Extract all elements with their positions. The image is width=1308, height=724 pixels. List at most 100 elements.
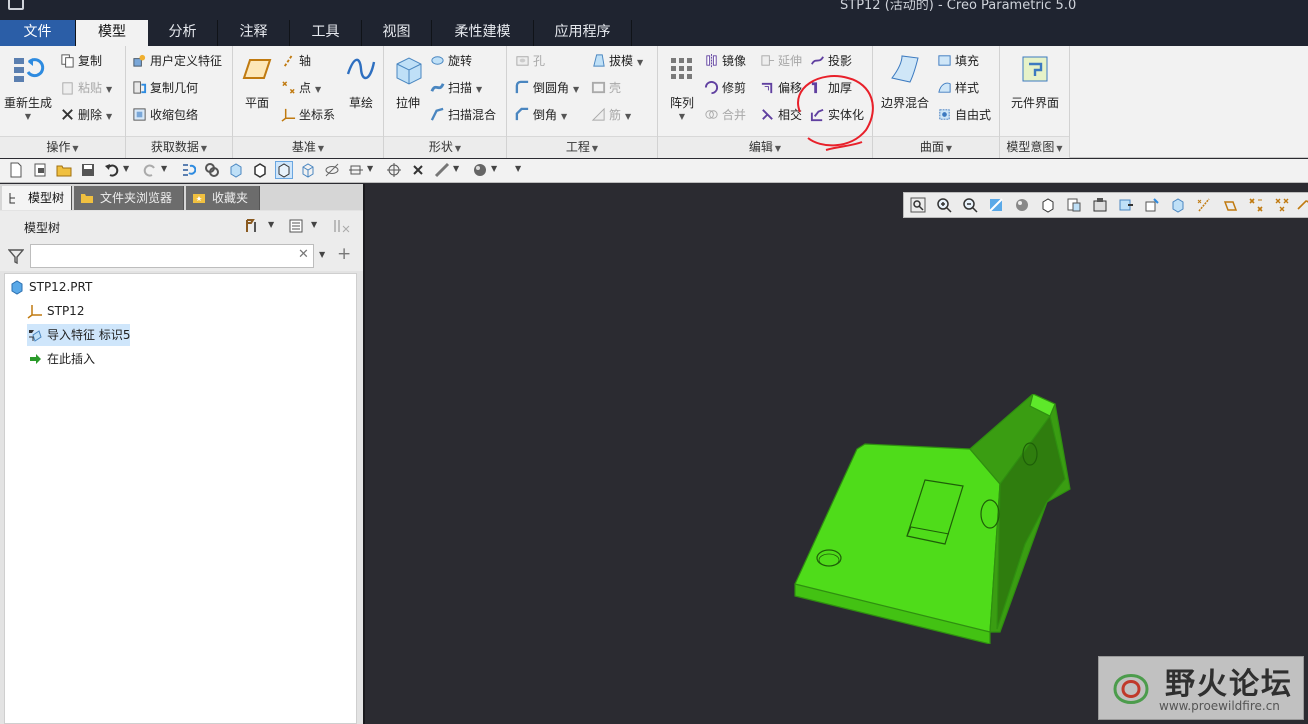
appearance-dropdown-icon[interactable]: ▼: [491, 164, 497, 173]
shading-icon[interactable]: [228, 162, 244, 178]
more-options-icon[interactable]: [1296, 197, 1308, 213]
new-file-icon[interactable]: [8, 162, 24, 178]
tree-settings-dropdown-icon[interactable]: ▼: [268, 220, 274, 229]
customize-toolbar-icon[interactable]: ▼: [515, 164, 521, 173]
shell-button[interactable]: 壳: [591, 77, 621, 99]
tab-model[interactable]: 模型: [76, 20, 148, 46]
paste-button[interactable]: 粘贴 ▼: [60, 77, 112, 99]
style-button[interactable]: 样式: [937, 77, 979, 99]
group-model-intent-footer[interactable]: 模型意图 ▼: [1000, 136, 1069, 158]
tab-file[interactable]: 文件: [0, 20, 76, 46]
saved-orientations-icon[interactable]: [1040, 197, 1056, 213]
round-dropdown-icon[interactable]: ▼: [573, 85, 579, 94]
perspective-view-icon[interactable]: [1092, 197, 1108, 213]
spin-center-view-icon[interactable]: [1170, 197, 1186, 213]
copy-geometry-button[interactable]: 复制几何: [132, 77, 198, 99]
windows-icon[interactable]: [204, 162, 220, 178]
regenerate-quick-icon[interactable]: [180, 162, 196, 178]
filter-icon[interactable]: [8, 248, 24, 264]
tree-columns-icon[interactable]: [333, 218, 351, 234]
mirror-button[interactable]: 镜像: [704, 50, 746, 72]
solidify-button[interactable]: 实体化: [810, 104, 864, 126]
group-shapes-footer[interactable]: 形状 ▼: [384, 136, 506, 158]
open-recent-icon[interactable]: [32, 162, 48, 178]
repaint-icon[interactable]: [988, 197, 1004, 213]
draft-dropdown-icon[interactable]: ▼: [637, 58, 643, 67]
tab-analysis[interactable]: 分析: [148, 20, 218, 46]
close-window-icon[interactable]: [410, 162, 426, 178]
measure-dropdown-icon[interactable]: ▼: [453, 164, 459, 173]
refit-icon[interactable]: [910, 197, 926, 213]
point-button[interactable]: 点 ▼: [281, 77, 321, 99]
datum-display-dropdown-icon[interactable]: ▼: [367, 164, 373, 173]
redo-icon[interactable]: [142, 162, 158, 178]
hidden-line-icon[interactable]: [275, 161, 293, 179]
display-style-icon[interactable]: [1014, 197, 1030, 213]
draft-button[interactable]: 拔模 ▼: [591, 50, 643, 72]
tree-node-part[interactable]: STP12.PRT: [9, 276, 92, 298]
spin-center-icon[interactable]: [386, 162, 402, 178]
datum-display-icon[interactable]: [348, 162, 364, 178]
merge-button[interactable]: 合并: [704, 104, 746, 126]
tab-applications[interactable]: 应用程序: [534, 20, 632, 46]
swept-blend-button[interactable]: 扫描混合: [430, 104, 496, 126]
zoom-out-icon[interactable]: [962, 197, 978, 213]
paste-dropdown-icon[interactable]: ▼: [106, 85, 112, 94]
measure-icon[interactable]: [434, 162, 450, 178]
regenerate-dropdown-icon[interactable]: ▼: [2, 112, 54, 121]
datum-planes-display-icon[interactable]: [1196, 197, 1212, 213]
freestyle-button[interactable]: 自由式: [937, 104, 991, 126]
group-datum-footer[interactable]: 基准 ▼: [233, 136, 383, 158]
tab-view[interactable]: 视图: [362, 20, 432, 46]
group-engineering-footer[interactable]: 工程 ▼: [507, 136, 657, 158]
group-operations-footer[interactable]: 操作 ▼: [0, 136, 125, 158]
extend-button[interactable]: 延伸: [760, 50, 802, 72]
tree-settings-icon[interactable]: [244, 218, 260, 234]
csys-button[interactable]: 坐标系: [281, 104, 335, 126]
zoom-in-icon[interactable]: [936, 197, 952, 213]
fill-button[interactable]: 填充: [937, 50, 979, 72]
model-tree-search-input[interactable]: [30, 244, 314, 268]
search-dropdown-icon[interactable]: ▼: [319, 250, 325, 259]
tree-node-csys[interactable]: STP12: [27, 300, 84, 322]
nav-tab-folder-browser[interactable]: 文件夹浏览器: [74, 186, 184, 210]
view-manager-icon[interactable]: [1066, 197, 1082, 213]
open-folder-icon[interactable]: [56, 162, 72, 178]
copy-button[interactable]: 复制: [60, 50, 102, 72]
group-surfaces-footer[interactable]: 曲面 ▼: [873, 136, 999, 158]
group-editing-footer[interactable]: 编辑 ▼: [658, 136, 872, 158]
appearance-icon[interactable]: [472, 162, 488, 178]
delete-dropdown-icon[interactable]: ▼: [106, 112, 112, 121]
nav-tab-favorites[interactable]: 收藏夹: [186, 186, 260, 210]
udf-button[interactable]: 用户定义特征: [132, 50, 222, 72]
clear-search-icon[interactable]: ✕: [298, 247, 309, 262]
revolve-button[interactable]: 旋转: [430, 50, 472, 72]
point-dropdown-icon[interactable]: ▼: [315, 85, 321, 94]
offset-button[interactable]: 偏移: [760, 77, 802, 99]
sweep-dropdown-icon[interactable]: ▼: [476, 85, 482, 94]
tab-flexible-modeling[interactable]: 柔性建模: [432, 20, 534, 46]
tab-annotate[interactable]: 注释: [218, 20, 290, 46]
undo-dropdown-icon[interactable]: ▼: [123, 164, 129, 173]
hide-icon[interactable]: [324, 162, 340, 178]
chamfer-button[interactable]: 倒角 ▼: [515, 104, 567, 126]
intersect-button[interactable]: 相交: [760, 104, 802, 126]
section-icon[interactable]: [1118, 197, 1134, 213]
csys-display-icon[interactable]: [1274, 197, 1290, 213]
redo-dropdown-icon[interactable]: ▼: [161, 164, 167, 173]
project-button[interactable]: 投影: [810, 50, 852, 72]
trim-button[interactable]: 修剪: [704, 77, 746, 99]
pattern-dropdown-icon[interactable]: ▼: [662, 112, 702, 121]
tree-show-dropdown-icon[interactable]: ▼: [311, 220, 317, 229]
save-icon[interactable]: [80, 162, 96, 178]
nav-tab-model-tree[interactable]: 模型树: [2, 186, 72, 210]
wireframe-icon[interactable]: [300, 162, 316, 178]
undo-icon[interactable]: [104, 162, 120, 178]
sweep-button[interactable]: 扫描 ▼: [430, 77, 482, 99]
shrinkwrap-button[interactable]: 收缩包络: [132, 104, 198, 126]
round-button[interactable]: 倒圆角 ▼: [515, 77, 579, 99]
graphics-window[interactable]: [363, 184, 1308, 724]
annotation-display-icon[interactable]: [1144, 197, 1160, 213]
rib-dropdown-icon[interactable]: ▼: [625, 112, 631, 121]
tab-tools[interactable]: 工具: [290, 20, 362, 46]
